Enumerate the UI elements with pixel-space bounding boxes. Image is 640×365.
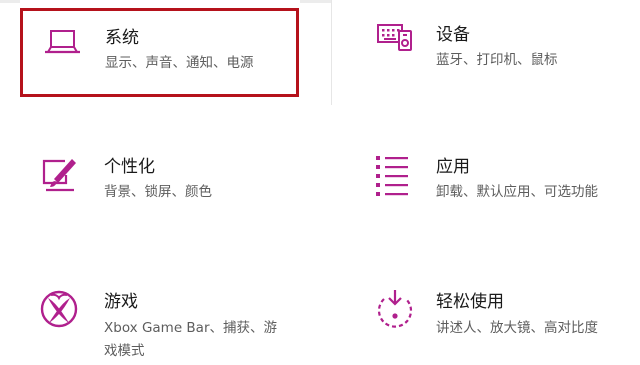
tile-apps-description: 卸载、默认应用、可选功能 bbox=[436, 184, 598, 200]
column-divider bbox=[331, 0, 332, 105]
tile-system-description: 显示、声音、通知、电源 bbox=[105, 55, 254, 71]
tile-devices-description: 蓝牙、打印机、鼠标 bbox=[436, 52, 558, 68]
tile-ease-of-access-description: 讲述人、放大镜、高对比度 bbox=[436, 320, 598, 336]
tile-system-title: 系统 bbox=[105, 28, 139, 48]
tile-gaming[interactable]: 游戏 Xbox Game Bar、捕获、游 戏模式 bbox=[20, 278, 320, 365]
tile-gaming-description: Xbox Game Bar、捕获、游 戏模式 bbox=[104, 320, 278, 359]
apps-list-icon bbox=[372, 153, 418, 199]
tile-system[interactable]: 系统 显示、声音、通知、电源 bbox=[20, 8, 299, 97]
tile-devices-title: 设备 bbox=[436, 25, 470, 45]
tile-ease-of-access-title: 轻松使用 bbox=[436, 292, 504, 312]
tile-ease-of-access[interactable]: 轻松使用 讲述人、放大镜、高对比度 bbox=[350, 278, 640, 365]
ease-of-access-icon bbox=[372, 286, 418, 332]
tile-personalization-description: 背景、锁屏、颜色 bbox=[104, 184, 212, 200]
laptop-icon bbox=[39, 18, 85, 64]
top-edge-left bbox=[0, 0, 20, 3]
tile-personalization[interactable]: 个性化 背景、锁屏、颜色 bbox=[20, 143, 320, 223]
tile-apps[interactable]: 应用 卸载、默认应用、可选功能 bbox=[350, 143, 640, 223]
top-edge-right bbox=[300, 0, 332, 3]
tile-apps-title: 应用 bbox=[436, 157, 470, 177]
tile-gaming-title: 游戏 bbox=[104, 292, 138, 312]
paint-brush-icon bbox=[36, 153, 82, 199]
tile-devices[interactable]: 设备 蓝牙、打印机、鼠标 bbox=[350, 8, 635, 97]
devices-icon bbox=[372, 15, 418, 61]
tile-personalization-title: 个性化 bbox=[104, 157, 155, 177]
xbox-icon bbox=[36, 286, 82, 332]
